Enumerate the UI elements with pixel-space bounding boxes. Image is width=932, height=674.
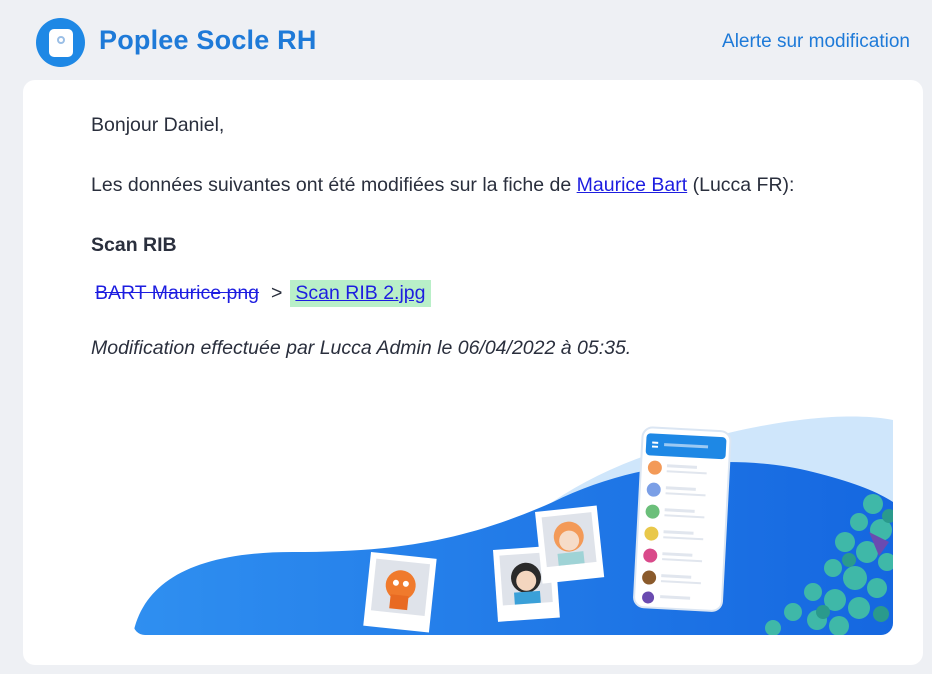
photo-card-orange xyxy=(363,552,437,633)
alert-link[interactable]: Alerte sur modification xyxy=(722,31,910,53)
email-header: Poplee Socle RH Alerte sur modification xyxy=(0,0,932,80)
phone-mockup xyxy=(633,426,732,612)
intro-prefix: Les données suivantes ont été modifiées … xyxy=(91,174,577,196)
old-file-link[interactable]: BART Maurice.png xyxy=(95,282,259,305)
new-file-link[interactable]: Scan RIB 2.jpg xyxy=(290,280,431,307)
photo-card-red-hair xyxy=(535,505,605,584)
illustration-svg xyxy=(133,416,893,635)
change-arrow: > xyxy=(271,282,283,304)
app-logo-icon xyxy=(36,18,85,67)
greeting: Bonjour Daniel, xyxy=(91,114,225,136)
intro-suffix: (Lucca FR): xyxy=(687,174,795,196)
intro-text: Les données suivantes ont été modifiées … xyxy=(91,174,794,197)
employee-link[interactable]: Maurice Bart xyxy=(577,174,688,196)
email-card: Bonjour Daniel, Les données suivantes on… xyxy=(23,80,923,665)
modification-note: Modification effectuée par Lucca Admin l… xyxy=(91,337,632,359)
section-title: Scan RIB xyxy=(91,234,177,256)
file-change-row: BART Maurice.png > Scan RIB 2.jpg xyxy=(95,280,431,307)
app-title: Poplee Socle RH xyxy=(99,25,317,55)
illustration xyxy=(133,392,893,635)
